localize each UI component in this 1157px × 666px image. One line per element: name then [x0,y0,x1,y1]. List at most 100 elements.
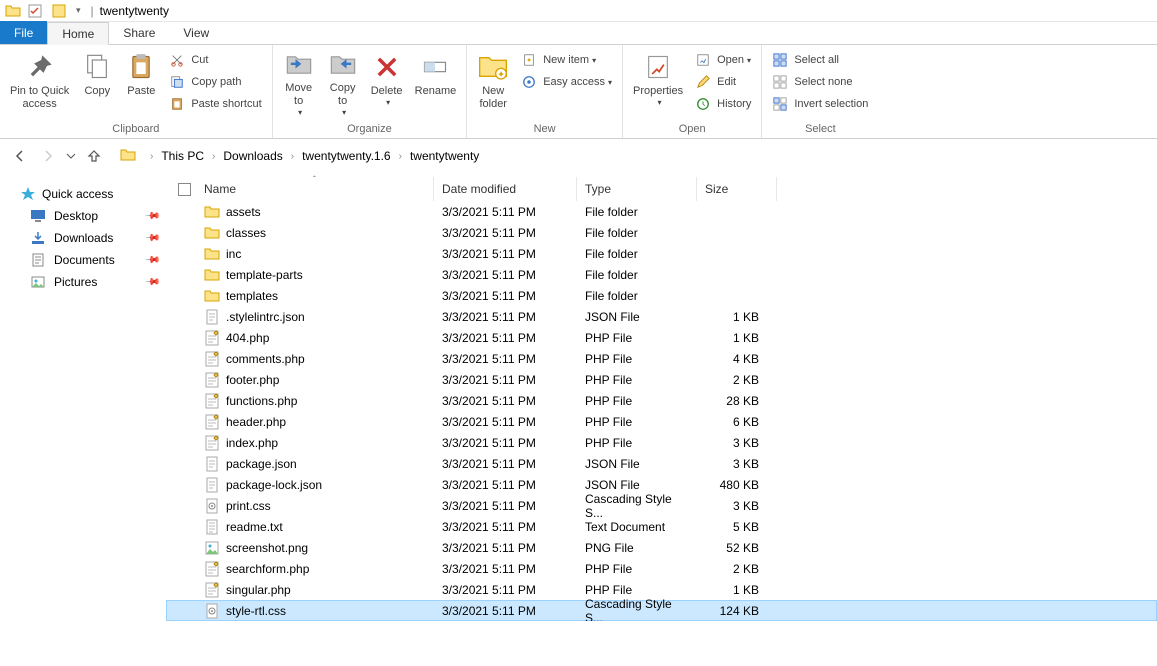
chevron-down-icon: ▾ [298,108,302,117]
invert-selection-icon [772,96,788,112]
select-none-button[interactable]: Select none [766,71,874,93]
breadcrumb-item[interactable]: Downloads [221,149,284,163]
copy-path-icon [169,74,185,90]
open-button[interactable]: Open ▾ [689,49,757,71]
breadcrumb-item[interactable]: This PC [159,149,206,163]
file-date: 3/3/2021 5:11 PM [434,352,577,366]
file-name: inc [226,247,241,261]
file-row[interactable]: comments.php3/3/2021 5:11 PMPHP File4 KB [166,348,1157,369]
tab-home[interactable]: Home [47,22,109,45]
forward-button[interactable] [36,144,60,168]
copy-to-icon [327,51,359,80]
new-item-icon: ✦ [521,52,537,68]
ribbon-label-open: Open [627,121,757,138]
column-type[interactable]: Type [577,177,697,201]
qat-dropdown[interactable] [48,1,70,21]
folder-icon [204,204,220,220]
file-size: 3 KB [697,499,777,513]
invert-selection-button[interactable]: Invert selection [766,93,874,115]
file-row[interactable]: functions.php3/3/2021 5:11 PMPHP File28 … [166,390,1157,411]
move-to-button[interactable]: Move to ▾ [277,47,321,117]
file-row[interactable]: print.css3/3/2021 5:11 PMCascading Style… [166,495,1157,516]
file-row[interactable]: template-parts3/3/2021 5:11 PMFile folde… [166,264,1157,285]
file-row[interactable]: index.php3/3/2021 5:11 PMPHP File3 KB [166,432,1157,453]
file-type: PHP File [577,583,697,597]
cut-button[interactable]: Cut [163,49,267,71]
breadcrumb-item[interactable]: twentytwenty.1.6 [300,149,393,163]
file-row[interactable]: templates3/3/2021 5:11 PMFile folder [166,285,1157,306]
history-button[interactable]: History [689,93,757,115]
properties-button[interactable]: Properties ▾ [627,47,689,117]
pin-to-quick-access-button[interactable]: Pin to Quick access [4,47,75,117]
file-row[interactable]: searchform.php3/3/2021 5:11 PMPHP File2 … [166,558,1157,579]
chevron-right-icon[interactable]: › [206,151,221,162]
address-bar: › This PC › Downloads › twentytwenty.1.6… [0,139,1157,173]
tab-file[interactable]: File [0,21,47,44]
file-row[interactable]: package.json3/3/2021 5:11 PMJSON File3 K… [166,453,1157,474]
delete-button[interactable]: Delete ▾ [365,47,409,117]
back-button[interactable] [8,144,32,168]
chevron-right-icon[interactable]: › [393,151,408,162]
sidebar-item-documents[interactable]: Documents 📌 [26,249,162,271]
file-row[interactable]: classes3/3/2021 5:11 PMFile folder [166,222,1157,243]
sidebar-item-downloads[interactable]: Downloads 📌 [26,227,162,249]
up-button[interactable] [82,144,106,168]
file-date: 3/3/2021 5:11 PM [434,457,577,471]
file-date: 3/3/2021 5:11 PM [434,373,577,387]
rename-button[interactable]: Rename [409,47,463,117]
file-row[interactable]: readme.txt3/3/2021 5:11 PMText Document5… [166,516,1157,537]
quick-access-icon [20,186,36,202]
file-date: 3/3/2021 5:11 PM [434,478,577,492]
qat-chevron-icon[interactable]: ▾ [76,5,81,16]
php-icon [204,351,220,367]
new-folder-button[interactable]: ✦ New folder [471,47,515,117]
file-date: 3/3/2021 5:11 PM [434,310,577,324]
copy-path-button[interactable]: Copy path [163,71,267,93]
tab-share[interactable]: Share [109,21,169,44]
recent-locations-button[interactable] [64,144,78,168]
file-name: comments.php [226,352,305,366]
new-folder-icon: ✦ [477,51,509,83]
file-name: readme.txt [226,520,283,534]
qat-properties[interactable] [24,1,46,21]
file-row[interactable]: screenshot.png3/3/2021 5:11 PMPNG File52… [166,537,1157,558]
chevron-right-icon[interactable]: › [144,151,159,162]
sidebar-item-desktop[interactable]: Desktop 📌 [26,205,162,227]
sidebar-item-pictures[interactable]: Pictures 📌 [26,271,162,293]
copy-to-button[interactable]: Copy to ▾ [321,47,365,117]
column-name[interactable]: Name ˆ [196,177,434,201]
file-row[interactable]: header.php3/3/2021 5:11 PMPHP File6 KB [166,411,1157,432]
file-type: JSON File [577,457,697,471]
copy-button[interactable]: Copy [75,47,119,117]
column-checkbox[interactable] [172,177,196,201]
column-size[interactable]: Size [697,177,777,201]
edit-button[interactable]: Edit [689,71,757,93]
svg-text:✦: ✦ [497,70,505,80]
select-all-button[interactable]: Select all [766,49,874,71]
column-date[interactable]: Date modified [434,177,577,201]
file-list: Name ˆ Date modified Type Size assets3/3… [166,173,1157,665]
file-row[interactable]: .stylelintrc.json3/3/2021 5:11 PMJSON Fi… [166,306,1157,327]
paste-button[interactable]: Paste [119,47,163,117]
sidebar-quick-access[interactable]: Quick access [8,183,162,205]
breadcrumb[interactable]: › This PC › Downloads › twentytwenty.1.6… [120,147,481,165]
breadcrumb-item[interactable]: twentytwenty [408,149,481,163]
file-size: 124 KB [697,604,777,618]
file-row[interactable]: style-rtl.css3/3/2021 5:11 PMCascading S… [166,600,1157,621]
file-type: PHP File [577,331,697,345]
new-item-button[interactable]: ✦ New item ▾ [515,49,618,71]
pin-icon: 📌 [143,208,160,225]
easy-access-button[interactable]: Easy access ▾ [515,71,618,93]
file-row[interactable]: assets3/3/2021 5:11 PMFile folder [166,201,1157,222]
file-row[interactable]: inc3/3/2021 5:11 PMFile folder [166,243,1157,264]
chevron-down-icon: ▾ [747,56,751,65]
file-size: 3 KB [697,436,777,450]
chevron-right-icon[interactable]: › [285,151,300,162]
file-row[interactable]: footer.php3/3/2021 5:11 PMPHP File2 KB [166,369,1157,390]
file-date: 3/3/2021 5:11 PM [434,205,577,219]
file-name: singular.php [226,583,291,597]
pictures-icon [30,274,46,290]
tab-view[interactable]: View [169,21,223,44]
file-row[interactable]: 404.php3/3/2021 5:11 PMPHP File1 KB [166,327,1157,348]
paste-shortcut-button[interactable]: Paste shortcut [163,93,267,115]
